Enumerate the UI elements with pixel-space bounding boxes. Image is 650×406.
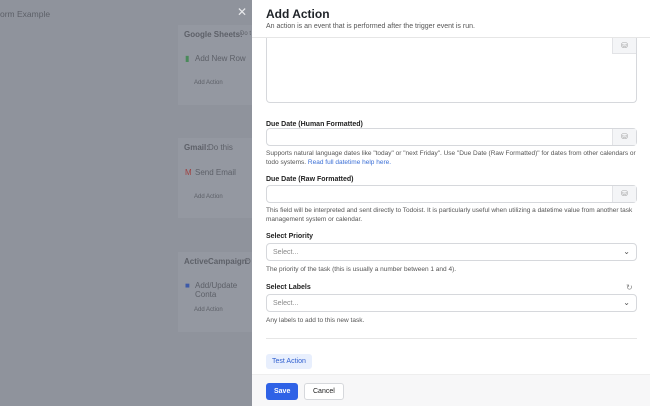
add-action-panel: Add Action An action is an event that is… (252, 0, 650, 406)
close-icon[interactable]: ✕ (237, 5, 247, 19)
save-button[interactable]: Save (266, 383, 299, 400)
step-desc: D (245, 257, 251, 266)
select-placeholder: Select... (273, 249, 299, 256)
test-action-button[interactable]: Test Action (266, 354, 312, 369)
add-action-link[interactable]: Add Action (194, 80, 223, 86)
page-title: orm Example (0, 9, 51, 19)
due-date-human-input[interactable]: ⛁ (266, 128, 637, 146)
field-help: The priority of the task (this is usuall… (266, 266, 457, 273)
select-placeholder: Select... (273, 300, 299, 307)
database-icon[interactable]: ⛁ (612, 186, 636, 202)
add-action-link[interactable]: Add Action (194, 194, 223, 200)
cancel-button[interactable]: Cancel (304, 383, 344, 400)
field-label: Select Labels (266, 284, 311, 291)
add-action-link[interactable]: Add Action (194, 307, 223, 313)
panel-subtitle: An action is an event that is performed … (266, 23, 475, 30)
field-help: This field will be interpreted and sent … (266, 207, 633, 223)
field-label: Select Priority (266, 233, 314, 240)
step-app: Google Sheets: (184, 30, 243, 39)
activecampaign-icon: ■ (185, 281, 190, 290)
field-label: Due Date (Raw Formatted) (266, 176, 354, 183)
field-help: Any labels to add to this new task. (266, 317, 365, 324)
database-icon[interactable]: ⛁ (612, 38, 636, 54)
step-app: Gmail: (184, 143, 209, 152)
divider (266, 338, 637, 339)
step-action: Add/Update Conta (195, 281, 238, 299)
labels-select[interactable]: Select... ⌄ (266, 294, 637, 312)
chevron-down-icon: ⌄ (623, 298, 630, 307)
due-date-raw-input[interactable]: ⛁ (266, 185, 637, 203)
gmail-icon: M (185, 168, 192, 177)
datetime-help-link[interactable]: Read full datetime help here. (308, 159, 391, 166)
step-desc: Do this (208, 143, 233, 152)
step-action: Send Email (195, 168, 236, 177)
sheets-icon: ▮ (185, 54, 190, 63)
priority-select[interactable]: Select... ⌄ (266, 243, 637, 261)
text-area[interactable]: ⛁ (266, 38, 637, 103)
chevron-down-icon: ⌄ (623, 247, 630, 256)
refresh-icon[interactable]: ↻ (626, 283, 633, 292)
database-icon[interactable]: ⛁ (612, 129, 636, 145)
step-app: ActiveCampaign: (184, 257, 250, 266)
step-action: Add New Row (195, 54, 246, 63)
background-overlay[interactable]: orm Example Google Sheets: Do t ▮ Add Ne… (0, 0, 252, 406)
field-label: Due Date (Human Formatted) (266, 121, 363, 128)
field-help: Supports natural language dates like "to… (266, 149, 641, 167)
step-desc: Do t (240, 31, 252, 37)
panel-title: Add Action (266, 7, 330, 21)
panel-footer: Save Cancel (252, 374, 650, 406)
